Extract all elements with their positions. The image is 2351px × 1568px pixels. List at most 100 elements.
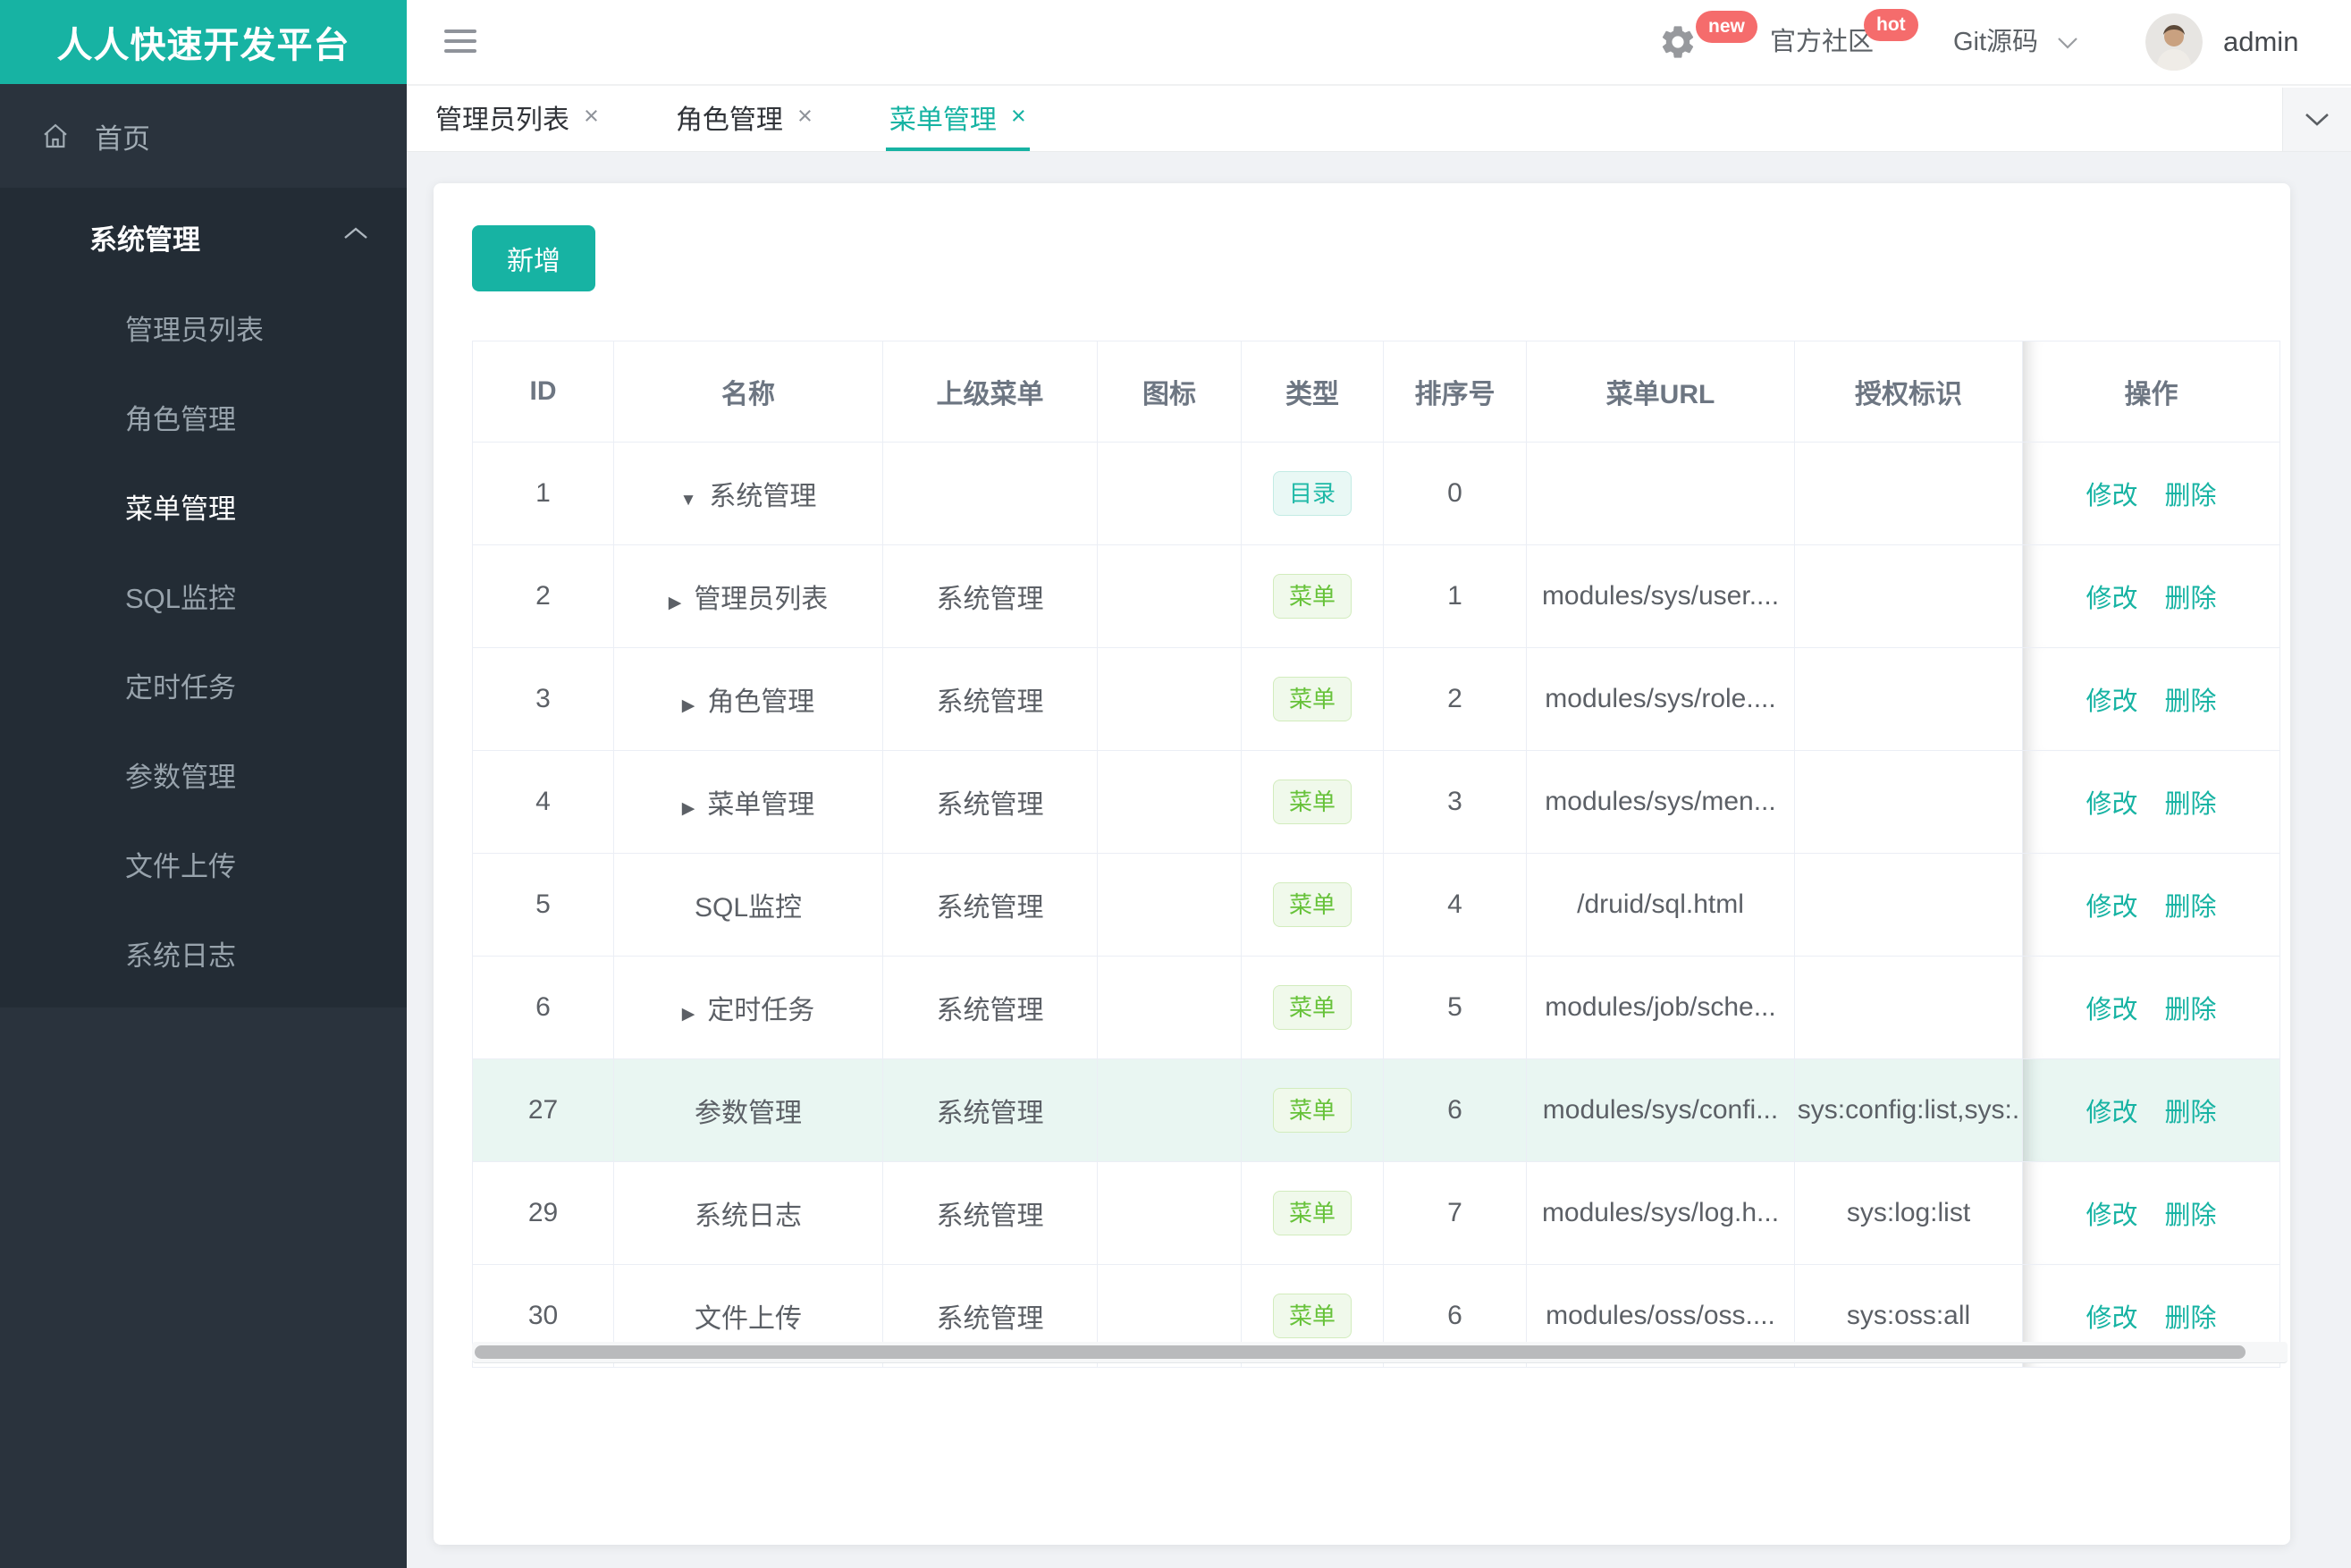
cell-url: modules/sys/men... <box>1526 750 1795 854</box>
close-icon[interactable]: × <box>584 102 599 131</box>
sidebar-item-log[interactable]: 系统日志 <box>0 912 407 1001</box>
edit-link[interactable]: 修改 <box>2086 585 2137 613</box>
edit-link[interactable]: 修改 <box>2086 1201 2137 1230</box>
cell-type: 菜单 <box>1241 750 1384 854</box>
cell-name: ▶ 菜单管理 <box>613 750 883 854</box>
expand-arrow-icon[interactable]: ▶ <box>682 696 695 715</box>
cell-auth <box>1794 442 2023 545</box>
cell-auth <box>1794 956 2023 1059</box>
delete-link[interactable]: 删除 <box>2165 482 2217 510</box>
sidebar-item-admin-list[interactable]: 管理员列表 <box>0 286 407 375</box>
tabbar: 管理员列表 × 角色管理 × 菜单管理 × <box>407 84 2351 152</box>
cell-parent-menu: 系统管理 <box>882 544 1098 648</box>
col-id: ID <box>472 341 614 443</box>
type-badge-menu: 菜单 <box>1272 1088 1352 1133</box>
gear-icon[interactable] <box>1658 22 1698 62</box>
sidebar-group-system[interactable]: 系统管理 <box>0 188 407 286</box>
tab-role[interactable]: 角色管理 × <box>672 86 816 151</box>
scrollbar-thumb[interactable] <box>475 1345 2246 1359</box>
close-icon[interactable]: × <box>797 102 813 131</box>
delete-link[interactable]: 删除 <box>2165 585 2217 613</box>
col-name: 名称 <box>613 341 883 443</box>
cell-parent-menu: 系统管理 <box>882 1058 1098 1162</box>
cell-id: 29 <box>472 1161 614 1265</box>
sidebar-item-home[interactable]: 首页 <box>0 84 407 188</box>
horizontal-scrollbar[interactable] <box>472 1342 2288 1363</box>
sidebar-item-sql[interactable]: SQL监控 <box>0 554 407 644</box>
cell-name: ▶ 角色管理 <box>613 647 883 751</box>
sidebar-item-job[interactable]: 定时任务 <box>0 644 407 733</box>
edit-link[interactable]: 修改 <box>2086 996 2137 1024</box>
menu-name: SQL监控 <box>694 893 803 923</box>
sidebar-item-menu[interactable]: 菜单管理 <box>0 465 407 554</box>
cell-name: ▼ 系统管理 <box>613 442 883 545</box>
cell-icon <box>1097 647 1242 751</box>
expand-arrow-icon[interactable]: ▶ <box>669 594 682 612</box>
table-row[interactable]: 2 ▶ 管理员列表 系统管理 菜单 1 modules/sys/user.... 修改 删除 <box>472 544 2280 648</box>
edit-link[interactable]: 修改 <box>2086 482 2137 510</box>
delete-link[interactable]: 删除 <box>2165 996 2217 1024</box>
cell-auth <box>1794 647 2023 751</box>
cell-parent-menu: 系统管理 <box>882 750 1098 854</box>
tab-menu[interactable]: 菜单管理 × <box>885 86 1030 151</box>
topbar: new 官方社区 hot Git源码 admin <box>407 0 2351 84</box>
cell-auth <box>1794 853 2023 957</box>
edit-link[interactable]: 修改 <box>2086 893 2137 922</box>
cell-name: ▶ 定时任务 <box>613 956 883 1059</box>
add-button[interactable]: 新增 <box>472 225 595 291</box>
type-badge-menu: 菜单 <box>1272 574 1352 619</box>
delete-link[interactable]: 删除 <box>2165 893 2217 922</box>
collapse-arrow-icon[interactable]: ▼ <box>680 491 697 510</box>
table-row[interactable]: 27 参数管理 系统管理 菜单 6 modules/sys/confi... sys:con… <box>472 1058 2280 1162</box>
col-sort: 排序号 <box>1383 341 1527 443</box>
tab-label: 菜单管理 <box>889 105 997 135</box>
edit-link[interactable]: 修改 <box>2086 1304 2137 1333</box>
community-link[interactable]: 官方社区 <box>1770 0 1874 84</box>
cell-type: 目录 <box>1241 442 1384 545</box>
col-type: 类型 <box>1241 341 1384 443</box>
edit-link[interactable]: 修改 <box>2086 687 2137 716</box>
delete-link[interactable]: 删除 <box>2165 1304 2217 1333</box>
delete-link[interactable]: 删除 <box>2165 1099 2217 1127</box>
table-row[interactable]: 5 SQL监控 系统管理 菜单 4/druid/sql.html 修改 删除 <box>472 853 2280 957</box>
cell-icon <box>1097 853 1242 957</box>
cell-auth <box>1794 750 2023 854</box>
tab-overflow-button[interactable] <box>2282 88 2351 151</box>
edit-link[interactable]: 修改 <box>2086 790 2137 819</box>
table-row[interactable]: 4 ▶ 菜单管理 系统管理 菜单 3 modules/sys/men... 修改 删除 <box>472 750 2280 854</box>
sidebar-item-config[interactable]: 参数管理 <box>0 733 407 822</box>
cell-sort: 5 <box>1383 956 1527 1059</box>
expand-arrow-icon[interactable]: ▶ <box>682 1005 695 1024</box>
table-row[interactable]: 29 系统日志 系统管理 菜单 7 modules/sys/log.h... sys:log… <box>472 1161 2280 1265</box>
type-badge-dir: 目录 <box>1272 471 1352 516</box>
table-row[interactable]: 6 ▶ 定时任务 系统管理 菜单 5 modules/job/sche... 修改 删除 <box>472 956 2280 1059</box>
settings-new-badge: new <box>1696 11 1757 43</box>
cell-sort: 6 <box>1383 1058 1527 1162</box>
delete-link[interactable]: 删除 <box>2165 790 2217 819</box>
table-row[interactable]: 1 ▼ 系统管理 目录 0 修改 删除 <box>472 442 2280 545</box>
menu-toggle-icon[interactable] <box>444 30 476 59</box>
delete-link[interactable]: 删除 <box>2165 1201 2217 1230</box>
git-source-link[interactable]: Git源码 <box>1953 0 2038 84</box>
content-card: 新增 ID 名称 上级菜单 图标 类型 排序号 菜单URL 授权标识 操作 1 ▼… <box>434 183 2290 1545</box>
avatar[interactable] <box>2145 13 2203 71</box>
cell-parent-menu: 系统管理 <box>882 853 1098 957</box>
cell-url: modules/job/sche... <box>1526 956 1795 1059</box>
sidebar-item-role[interactable]: 角色管理 <box>0 375 407 465</box>
expand-arrow-icon[interactable]: ▶ <box>682 799 695 818</box>
username[interactable]: admin <box>2223 0 2298 84</box>
cell-sort: 7 <box>1383 1161 1527 1265</box>
cell-auth <box>1794 544 2023 648</box>
close-icon[interactable]: × <box>1011 102 1026 131</box>
menu-name: 系统日志 <box>695 1201 802 1231</box>
edit-link[interactable]: 修改 <box>2086 1099 2137 1127</box>
delete-link[interactable]: 删除 <box>2165 687 2217 716</box>
table-row[interactable]: 3 ▶ 角色管理 系统管理 菜单 2 modules/sys/role.... 修改 删除 <box>472 647 2280 751</box>
cell-icon <box>1097 442 1242 545</box>
type-badge-menu: 菜单 <box>1272 1294 1352 1338</box>
menu-name: 文件上传 <box>695 1304 802 1334</box>
tab-admin-list[interactable]: 管理员列表 × <box>432 86 602 151</box>
chevron-up-icon <box>344 227 367 239</box>
cell-sort: 3 <box>1383 750 1527 854</box>
sidebar-item-oss[interactable]: 文件上传 <box>0 822 407 912</box>
